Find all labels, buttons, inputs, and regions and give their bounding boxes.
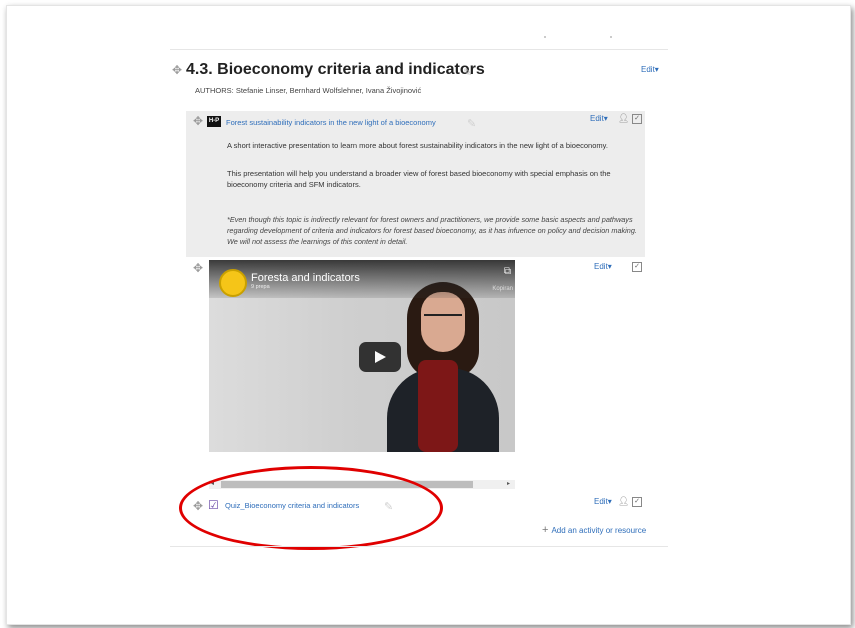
- copy-link-label[interactable]: Kopiran: [492, 286, 513, 292]
- video-title-part-1: Forest: [251, 272, 283, 284]
- move-icon[interactable]: ✥: [193, 262, 203, 274]
- completion-checkbox-icon[interactable]: ✓: [632, 114, 642, 124]
- edit-label: Edit: [594, 497, 608, 506]
- quiz-edit-menu[interactable]: Edit▾: [594, 497, 612, 506]
- caret-down-icon: ▾: [603, 114, 608, 123]
- channel-avatar[interactable]: [219, 269, 247, 297]
- video-edit-menu[interactable]: Edit▾: [594, 262, 612, 271]
- dot: [610, 36, 612, 38]
- move-icon[interactable]: ✥: [193, 115, 203, 127]
- section-title: 4.3. Bioeconomy criteria and indicators: [186, 61, 485, 78]
- pencil-icon[interactable]: ✎: [467, 117, 476, 130]
- presentation-note: *Even though this topic is indirectly re…: [227, 215, 637, 246]
- h5p-icon: H-P: [207, 116, 221, 127]
- dot: [544, 36, 546, 38]
- video-title-part-2: a and indicators: [282, 272, 360, 284]
- divider-bottom: [170, 546, 668, 547]
- presentation-desc-1: A short interactive presentation to lear…: [227, 141, 608, 150]
- presenter-glasses: [424, 314, 462, 322]
- pencil-icon[interactable]: ✎: [463, 66, 472, 79]
- video-subtitle: 9 prepa: [251, 284, 270, 290]
- presenter-face: [421, 292, 465, 352]
- copy-link-icon[interactable]: ⧉: [504, 266, 511, 277]
- highlight-ellipse: [179, 466, 443, 550]
- caret-down-icon: ▾: [654, 65, 659, 74]
- user-icon[interactable]: 👤︎: [618, 113, 629, 124]
- add-activity-label: Add an activity or resource: [551, 526, 647, 535]
- caret-down-icon: ▾: [607, 262, 612, 271]
- presenter-scarf: [418, 360, 458, 452]
- presentation-desc-2: This presentation will help you understa…: [227, 169, 611, 189]
- move-icon[interactable]: ✥: [172, 64, 182, 76]
- presentation-edit-menu[interactable]: Edit▾: [590, 114, 608, 123]
- play-icon[interactable]: [359, 342, 401, 372]
- completion-checkbox-icon[interactable]: ✓: [632, 497, 642, 507]
- user-icon[interactable]: 👤︎: [618, 496, 629, 507]
- presentation-link[interactable]: Forest sustainability indicators in the …: [226, 118, 436, 127]
- authors-text: AUTHORS: Stefanie Linser, Bernhard Wolfs…: [195, 86, 422, 95]
- edit-label: Edit: [590, 114, 604, 123]
- caret-down-icon: ▾: [607, 497, 612, 506]
- scroll-right-icon[interactable]: ▸: [507, 480, 510, 487]
- add-activity-link[interactable]: + Add an activity or resource: [542, 524, 646, 536]
- section-edit-menu[interactable]: Edit▾: [641, 65, 659, 74]
- video-title[interactable]: Foresta and indicators: [251, 272, 360, 284]
- completion-checkbox-icon[interactable]: ✓: [632, 262, 642, 272]
- edit-label: Edit: [594, 262, 608, 271]
- divider-top: [170, 49, 668, 50]
- edit-label: Edit: [641, 65, 655, 74]
- plus-icon: +: [542, 524, 549, 536]
- video-embed[interactable]: Foresta and indicators 9 prepa ⧉ Kopiran: [209, 260, 515, 452]
